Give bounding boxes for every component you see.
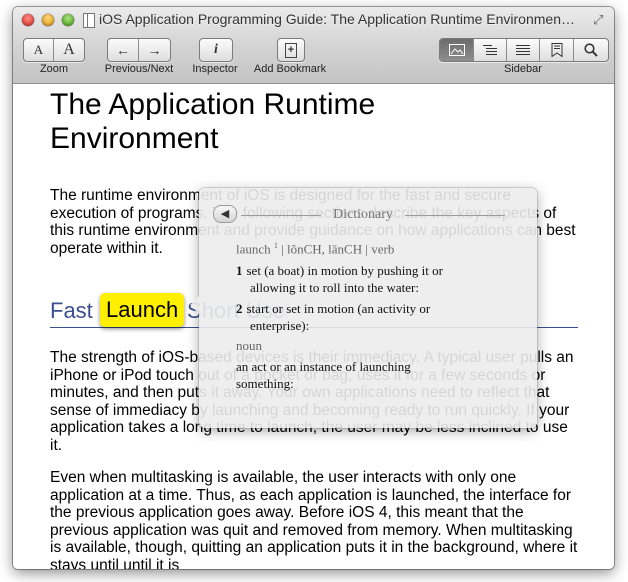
inspector-control: i [199,38,233,62]
inspector-label: Inspector [192,63,238,75]
previous-button[interactable]: ← [108,39,139,61]
window-title: iOS Application Programming Guide: The A… [99,11,575,27]
zoom-out-button[interactable]: A [24,39,54,61]
document-proxy-icon[interactable] [83,13,95,28]
zoom-window-button[interactable] [62,14,74,26]
title-bar[interactable]: iOS Application Programming Guide: The A… [13,7,614,84]
sidebar-segmented-control [439,38,609,62]
title-rule-right [405,215,505,216]
zoom-in-button[interactable]: A [54,39,84,61]
sidebar-highlights-button[interactable] [507,39,540,61]
sidebar-label: Sidebar [504,63,542,75]
minimize-window-button[interactable] [42,14,54,26]
section-heading-prefix: Fast [50,298,93,323]
fullscreen-icon[interactable]: ⤢ [593,12,603,28]
definition-1-line-2: allowing it to roll into the water: [250,280,419,295]
dictionary-title[interactable]: Dictionary [321,207,405,223]
popover-arrow [190,296,199,314]
part-of-speech-noun: noun [236,338,262,353]
definition-number: 2 [236,301,243,316]
noun-definition: an act or an instance of launching someth… [236,358,506,392]
sidebar-toc-button[interactable] [474,39,507,61]
add-bookmark-label: Add Bookmark [253,63,327,75]
document-content[interactable]: The Application Runtime Environment The … [13,84,614,569]
body-paragraph-2: Even when multitasking is available, the… [50,469,578,569]
dictionary-popover[interactable]: ◀ Dictionary launch 1 | lônCH, länCH | v… [190,188,537,428]
close-window-button[interactable] [22,14,34,26]
previous-next-label: Previous/Next [104,63,174,75]
dictionary-headword-line: launch 1 | lônCH, länCH | verb [236,241,394,257]
image-icon [448,44,465,56]
inspector-button[interactable]: i [200,39,232,61]
definition-2-line-1: start or set in motion (an activity or [246,301,431,316]
zoom-control: A A [23,38,85,62]
sidebar-bookmarks-button[interactable] [540,39,574,61]
definition-number: 1 [236,263,243,278]
dictionary-back-button[interactable]: ◀ [213,205,237,223]
zoom-label: Zoom [39,63,69,75]
info-icon: i [214,42,218,57]
sidebar-thumbnails-button[interactable] [440,39,474,61]
arrow-right-icon: → [147,42,162,58]
noun-definition-line-2: something: [236,376,294,391]
previous-next-control: ← → [107,38,171,62]
outline-list-icon [483,45,497,55]
headword: launch [236,241,271,257]
sidebar-search-button[interactable] [574,39,608,61]
title-rule-left [241,215,321,216]
next-button[interactable]: → [139,39,170,61]
list-icon [516,45,530,55]
bookmark-icon [551,43,562,57]
pronunciation: | lônCH, länCH | verb [277,241,395,257]
lookup-highlight-word[interactable]: Launch [100,293,185,327]
add-bookmark-button[interactable]: + [278,39,304,61]
definition-2-line-2: enterprise): [250,318,310,333]
definition-1: 1 set (a boat) in motion by pushing it or… [236,262,506,296]
add-bookmark-control: + [277,38,305,62]
definition-1-line-1: set (a boat) in motion by pushing it or [246,263,443,278]
bookmark-add-icon: + [285,42,297,58]
arrow-left-icon: ← [116,42,130,58]
definition-2: 2 start or set in motion (an activity or e… [236,300,506,334]
page-title: The Application Runtime Environment [50,88,376,155]
noun-definition-line-1: an act or an instance of launching [236,359,411,374]
back-arrow-icon: ◀ [220,208,230,220]
app-window: iOS Application Programming Guide: The A… [13,7,614,569]
search-icon [584,43,598,57]
